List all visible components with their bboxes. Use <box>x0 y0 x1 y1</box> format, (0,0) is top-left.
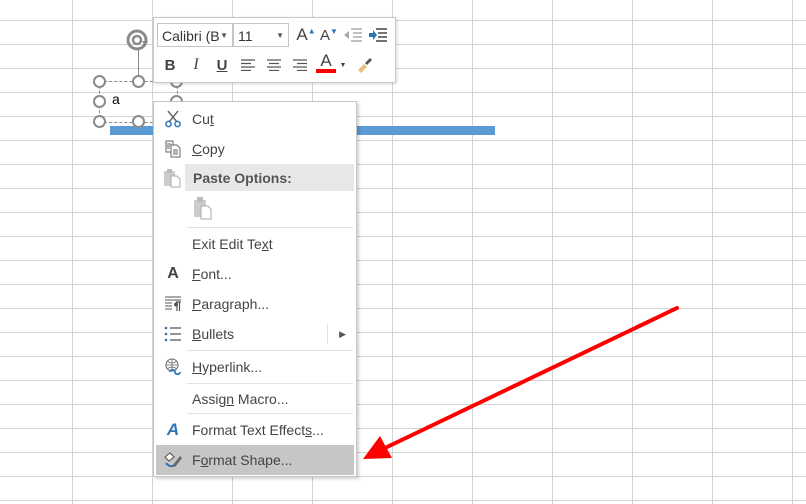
red-annotation-arrow <box>363 306 679 459</box>
arrow-shaft <box>383 306 679 450</box>
